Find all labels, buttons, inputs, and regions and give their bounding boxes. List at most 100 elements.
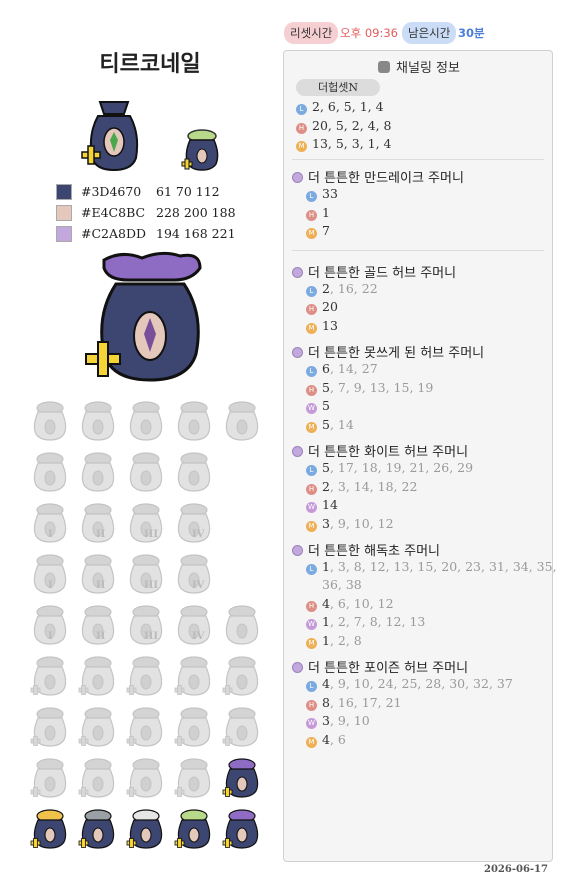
channel-other-values: , 2, 7, 8, 12, 13 — [329, 614, 426, 629]
channel-type-icon: W — [306, 718, 317, 729]
channel-value: 2 — [322, 280, 330, 296]
swatch-rgb: 194 168 221 — [156, 226, 236, 241]
pouch-section-title: 더 튼튼한 만드레이크 주머니 — [292, 167, 464, 186]
channel-value: 14 — [322, 497, 338, 512]
channel-type-icon: H — [306, 304, 317, 315]
item-icon — [126, 808, 166, 850]
channel-type-icon: H — [306, 483, 317, 495]
channel-row: H 20, 5, 2, 4, 8 — [296, 118, 392, 134]
channel-type-icon: M — [296, 141, 307, 152]
pouch-icon-small — [181, 129, 219, 171]
tier-numeral: III — [144, 631, 159, 642]
channel-type-icon: L — [306, 564, 317, 575]
item-icon — [78, 757, 118, 799]
item-icon — [30, 655, 70, 697]
channel-type-icon: M — [306, 322, 317, 334]
channel-value: 4 — [322, 676, 330, 691]
preset-pill[interactable]: 더헙셋N — [296, 79, 380, 96]
channel-value: 3 — [322, 515, 330, 531]
item-icon — [126, 655, 166, 697]
channel-type-icon: H — [306, 600, 317, 612]
pouch-section-title: 더 튼튼한 골드 허브 주머니 — [292, 262, 456, 281]
channel-value: 2 — [322, 478, 330, 494]
tier-numeral: I — [48, 529, 53, 540]
channel-other-values: , 6 — [329, 731, 346, 747]
channel-other-values: , 14 — [329, 416, 354, 432]
pouch-section-title: 더 튼튼한 못쓰게 된 허브 주머니 — [292, 342, 484, 361]
channel-type-icon: L — [306, 465, 317, 476]
page-title: 티르코네일 — [99, 52, 201, 77]
channel-row: H 4, 6, 10, 12 — [306, 596, 394, 612]
section-divider — [292, 159, 544, 160]
channel-row: L 2, 6, 5, 1, 4 — [296, 99, 384, 115]
tier-numeral: II — [96, 529, 106, 540]
channel-row: H 2, 3, 14, 18, 22 — [306, 479, 417, 495]
swatch-row: #E4C8BC 228 200 188 — [56, 202, 276, 223]
item-icon — [30, 808, 70, 850]
channel-other-values: , 9, 10 — [329, 713, 370, 728]
color-swatch — [56, 204, 72, 221]
channel-type-icon: L — [306, 366, 317, 377]
tier-numeral: III — [144, 580, 159, 591]
item-icon — [222, 757, 262, 799]
channel-row: M 4, 6 — [306, 732, 346, 748]
item-icon — [78, 808, 118, 850]
channel-value: 20, 5, 2, 4, 8 — [312, 117, 392, 133]
channel-other-values: , 17, 18, 19, 21, 26, 29 — [329, 460, 474, 475]
channel-value: 33 — [322, 186, 338, 201]
item-icon — [174, 706, 214, 748]
channel-other-values-wrap: 36, 38 — [322, 577, 362, 592]
channel-value: 7 — [322, 223, 330, 238]
swatch-hex: #E4C8BC — [81, 205, 146, 220]
channel-type-icon: W — [306, 502, 317, 513]
channel-other-values: , 16, 17, 21 — [329, 694, 402, 710]
item-icon — [78, 451, 118, 493]
tier-numeral: IV — [192, 631, 205, 642]
tier-numeral: IV — [192, 580, 205, 591]
swatch-rgb: 61 70 112 — [156, 184, 220, 199]
channel-type-icon: M — [306, 228, 317, 239]
channel-type-icon: H — [306, 699, 317, 711]
item-icon — [126, 400, 166, 442]
channel-value: 5 — [322, 416, 330, 432]
channel-value: 5 — [322, 379, 330, 395]
pouch-section-title: 더 튼튼한 화이트 허브 주머니 — [292, 441, 468, 460]
pouch-icon-lavender — [81, 101, 139, 172]
item-icon — [174, 808, 214, 850]
pouch-dot-icon — [292, 266, 303, 278]
section-divider — [292, 249, 544, 251]
channel-value: 13 — [322, 317, 338, 333]
pouch-section-title: 더 튼튼한 포이즌 허브 주머니 — [292, 657, 468, 676]
item-icon — [174, 451, 214, 493]
channel-value: 3 — [322, 713, 330, 728]
pouch-name: 더 튼튼한 해독초 주머니 — [308, 544, 440, 559]
channel-value: 8 — [322, 694, 330, 710]
channel-value: 1 — [322, 632, 330, 648]
channel-value: 20 — [322, 299, 338, 314]
channel-row: M7 — [306, 223, 330, 239]
swatch-row: #C2A8DD 194 168 221 — [56, 223, 276, 244]
channel-value: 5 — [322, 460, 330, 475]
color-swatches: #3D4670 61 70 112 #E4C8BC 228 200 188 #C… — [56, 181, 276, 244]
channel-value: 6 — [322, 361, 330, 376]
channel-row: L 1, 3, 8, 12, 13, 15, 20, 23, 31, 34, 35… — [306, 559, 557, 575]
channel-other-values: , 16, 22 — [329, 280, 378, 296]
channel-type-icon: W — [306, 619, 317, 630]
item-icon — [174, 400, 214, 442]
item-icon — [126, 706, 166, 748]
remaining-time-badge: 남은시간 — [402, 22, 457, 44]
pouch-name: 더 튼튼한 만드레이크 주머니 — [308, 171, 464, 186]
color-swatch — [56, 225, 72, 242]
reset-time-value: 오후 09:36 — [340, 26, 398, 40]
tier-numeral: I — [48, 631, 53, 642]
pouch-dot-icon — [292, 446, 303, 457]
channel-row: L 4, 9, 10, 24, 25, 28, 30, 32, 37 — [306, 676, 513, 692]
channel-other-values: , 3, 14, 18, 22 — [329, 478, 418, 494]
pouch-dot-icon — [292, 662, 303, 673]
channel-other-values: , 9, 10, 24, 25, 28, 30, 32, 37 — [329, 676, 513, 691]
channel-row: H 5, 7, 9, 13, 15, 19 — [306, 380, 433, 396]
channel-row: W 14 — [306, 497, 338, 513]
channel-row: M 5, 14 — [306, 417, 354, 433]
channel-value: 4 — [322, 595, 330, 611]
item-icon — [126, 451, 166, 493]
